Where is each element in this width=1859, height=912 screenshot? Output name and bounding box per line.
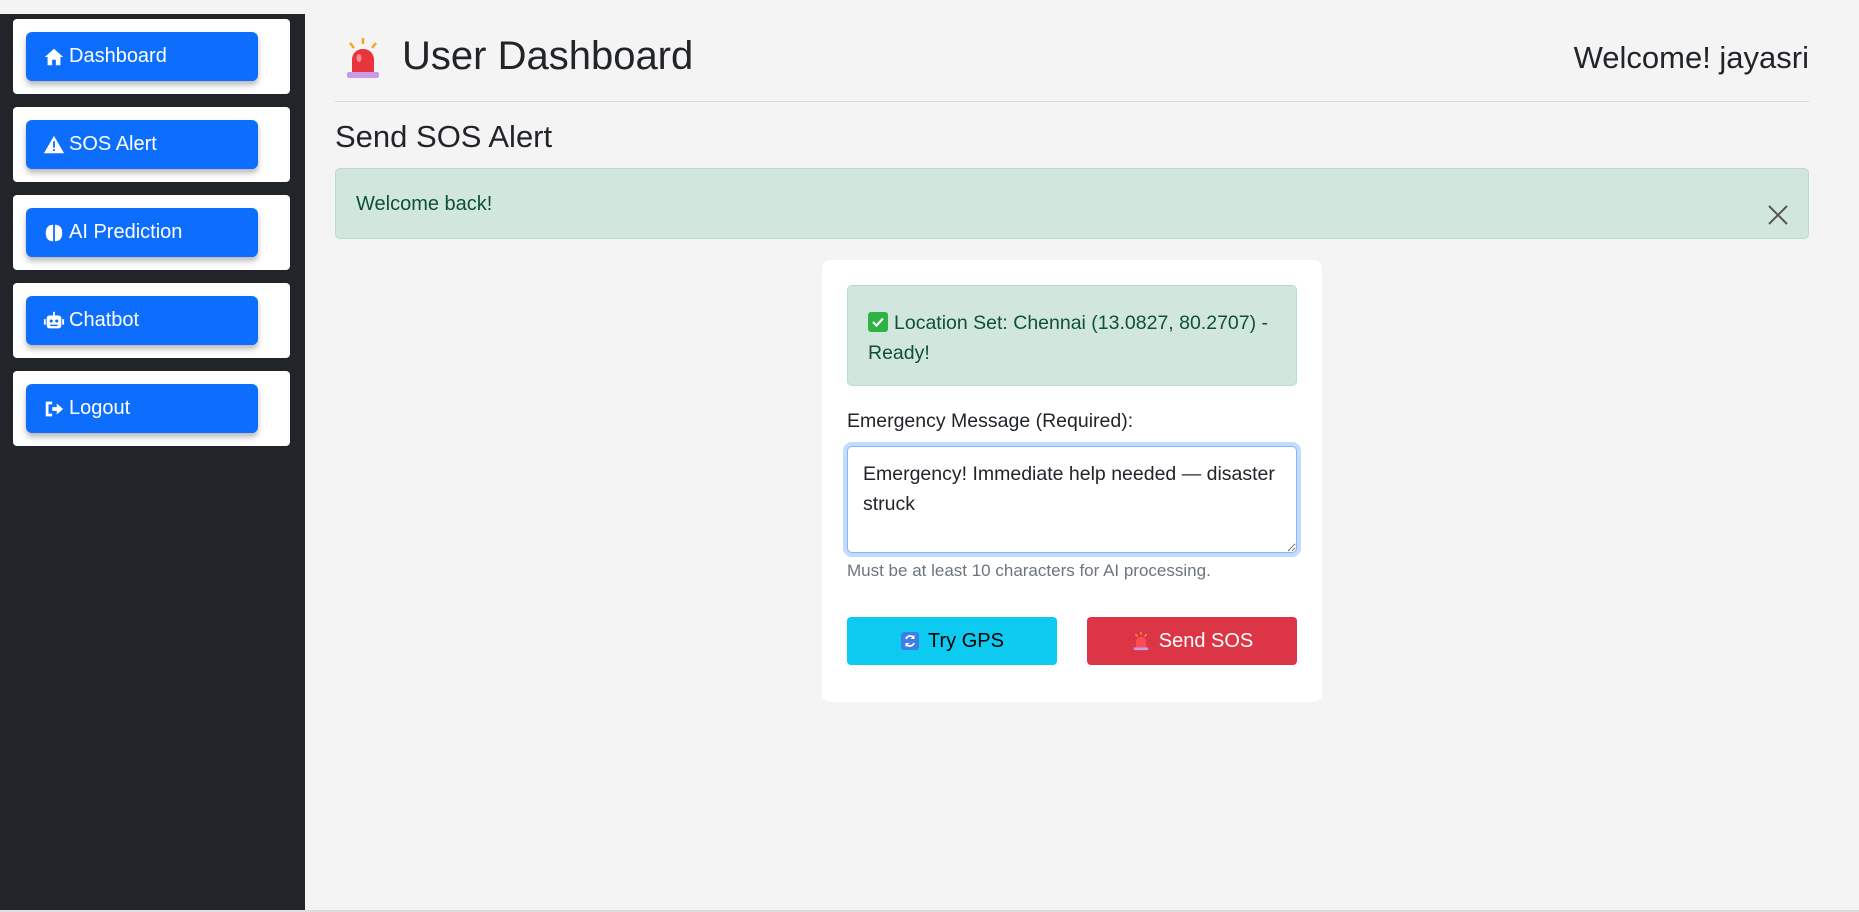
- sidebar-item-label: Chatbot: [69, 309, 140, 331]
- sidebar-item-logout[interactable]: Logout: [26, 384, 258, 433]
- check-mark-icon: [868, 312, 888, 332]
- sidebar-item-label: AI Prediction: [69, 221, 183, 243]
- sidebar-item-label: Dashboard: [69, 45, 167, 67]
- try-gps-button[interactable]: Try GPS: [847, 617, 1057, 665]
- emergency-message-input[interactable]: Emergency! Immediate help needed — disas…: [847, 446, 1297, 553]
- sos-form-card: Location Set: Chennai (13.0827, 80.2707)…: [822, 260, 1322, 702]
- page-title: User Dashboard: [402, 34, 694, 78]
- sidebar-item-dashboard[interactable]: Dashboard: [26, 32, 258, 81]
- location-status: Location Set: Chennai (13.0827, 80.2707)…: [847, 285, 1297, 386]
- home-icon: [44, 48, 64, 65]
- refresh-icon: [901, 632, 920, 650]
- sidebar-item-label: SOS Alert: [69, 133, 157, 155]
- close-icon[interactable]: [1766, 203, 1790, 227]
- send-sos-button[interactable]: Send SOS: [1087, 617, 1297, 665]
- message-hint: Must be at least 10 characters for AI pr…: [847, 561, 1211, 580]
- sidebar-card-dashboard: Dashboard: [13, 19, 290, 94]
- siren-icon: [347, 38, 379, 78]
- alert-message: Welcome back!: [356, 193, 493, 215]
- welcome-alert: Welcome back!: [335, 168, 1809, 239]
- sidebar-item-chatbot[interactable]: Chatbot: [26, 296, 258, 345]
- brain-icon: [45, 224, 63, 241]
- sidebar-item-ai-prediction[interactable]: AI Prediction: [26, 208, 258, 257]
- sidebar-card-sos: SOS Alert: [13, 107, 290, 182]
- page-header: User Dashboard Welcome! jayasri: [335, 28, 1809, 102]
- message-label: Emergency Message (Required):: [847, 410, 1134, 432]
- welcome-text: Welcome! jayasri: [1573, 40, 1809, 75]
- sidebar-card-chatbot: Chatbot: [13, 283, 290, 358]
- location-status-text: Location Set: Chennai (13.0827, 80.2707)…: [868, 312, 1269, 364]
- siren-icon: [1133, 631, 1149, 651]
- sidebar-item-label: Logout: [69, 397, 131, 419]
- sidebar-item-sos-alert[interactable]: SOS Alert: [26, 120, 258, 169]
- sidebar: Dashboard SOS Alert AI Prediction Chatbo…: [0, 14, 305, 912]
- warning-triangle-icon: [43, 135, 65, 153]
- sidebar-card-logout: Logout: [13, 371, 290, 446]
- try-gps-label: Try GPS: [928, 629, 1004, 652]
- sidebar-card-ai: AI Prediction: [13, 195, 290, 270]
- logout-icon: [45, 401, 64, 416]
- robot-icon: [43, 311, 65, 328]
- send-sos-label: Send SOS: [1158, 629, 1254, 652]
- section-title: Send SOS Alert: [335, 119, 553, 154]
